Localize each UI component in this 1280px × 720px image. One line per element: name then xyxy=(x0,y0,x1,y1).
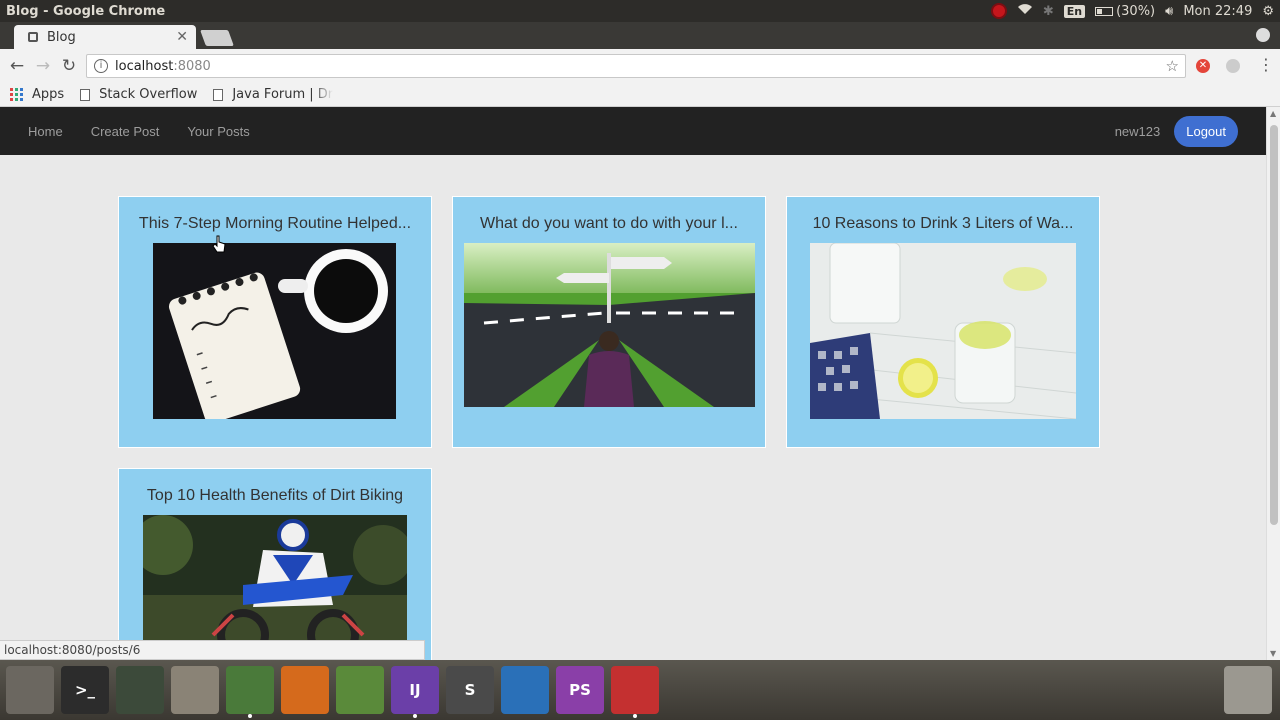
post-title[interactable]: This 7-Step Morning Routine Helped... xyxy=(119,215,431,233)
os-top-panel: Blog - Google Chrome ✱ En (30%) 🔊︎ Mon 2… xyxy=(0,0,1280,22)
nav-home[interactable]: Home xyxy=(28,124,63,139)
tab-blog[interactable]: Blog ✕ xyxy=(14,25,196,49)
extension-blocker-icon[interactable]: ✕ xyxy=(1196,59,1210,73)
bookmark-label: Stack Overflow xyxy=(99,87,198,102)
bookmark-label: Apps xyxy=(32,87,65,102)
browser-toolbar: ← → ↻ i localhost:8080 ☆ ✕ ⋮ xyxy=(0,49,1280,83)
nav-create-post[interactable]: Create Post xyxy=(91,124,160,139)
keyboard-layout-indicator[interactable]: En xyxy=(1063,4,1086,18)
mouse-cursor-icon xyxy=(212,235,226,253)
vscode-icon[interactable] xyxy=(501,666,549,714)
post-card[interactable]: 10 Reasons to Drink 3 Liters of Wa... xyxy=(786,196,1100,448)
running-indicator xyxy=(633,714,637,718)
tab-close-icon[interactable]: ✕ xyxy=(176,29,188,45)
post-title[interactable]: 10 Reasons to Drink 3 Liters of Wa... xyxy=(787,215,1099,233)
apps-grid-icon xyxy=(10,88,23,101)
clock[interactable]: Mon 22:49 xyxy=(1183,4,1252,19)
bluetooth-icon[interactable]: ✱ xyxy=(1043,4,1054,19)
chrome-icon[interactable] xyxy=(226,666,274,718)
page-icon xyxy=(80,88,91,101)
tab-title: Blog xyxy=(47,29,76,45)
browser-tab-strip: Blog ✕ xyxy=(0,22,1280,49)
system-monitor-icon[interactable] xyxy=(116,666,164,714)
chrome-menu-icon[interactable]: ⋮ xyxy=(1258,55,1274,74)
url-port: :8080 xyxy=(173,58,211,74)
scroll-up-icon[interactable]: ▲ xyxy=(1270,109,1276,118)
ubuntu-dash-icon[interactable] xyxy=(6,666,54,714)
web-page: Home Create Post Your Posts new123 Logou… xyxy=(0,107,1266,660)
bookmark-java-forum[interactable]: Java Forum | Dr xyxy=(213,87,333,102)
record-indicator-icon[interactable] xyxy=(990,3,1007,19)
page-favicon-icon xyxy=(28,32,38,42)
sublime-icon[interactable]: S xyxy=(446,666,494,714)
intellij-icon[interactable]: IJ xyxy=(391,666,439,718)
post-image[interactable] xyxy=(153,243,396,419)
system-tray: ✱ En (30%) 🔊︎ Mon 22:49 ⚙ xyxy=(990,3,1280,19)
ubuntu-launcher: >_ IJ S PS xyxy=(0,660,1280,720)
site-info-icon[interactable]: i xyxy=(94,59,108,73)
battery-level: (30%) xyxy=(1116,3,1156,19)
page-scrollbar[interactable]: ▲ ▼ xyxy=(1266,107,1280,660)
android-studio-icon[interactable] xyxy=(336,666,384,714)
window-title: Blog - Google Chrome xyxy=(6,3,166,19)
post-image[interactable] xyxy=(143,515,407,655)
post-card[interactable]: Top 10 Health Benefits of Dirt Biking xyxy=(118,468,432,660)
phpstorm-icon[interactable]: PS xyxy=(556,666,604,714)
bookmark-apps[interactable]: Apps xyxy=(10,87,64,102)
link-status-bubble: localhost:8080/posts/6 xyxy=(0,640,425,660)
scrollbar-thumb[interactable] xyxy=(1270,125,1278,525)
extension-icon[interactable] xyxy=(1226,59,1240,73)
battery-indicator[interactable]: (30%) xyxy=(1095,4,1155,19)
back-arrow-icon[interactable]: ← xyxy=(4,56,30,76)
reload-icon[interactable]: ↻ xyxy=(56,56,82,76)
url-host: localhost xyxy=(115,58,174,74)
post-card[interactable]: What do you want to do with your l... xyxy=(452,196,766,448)
new-tab-button[interactable] xyxy=(200,30,234,46)
trash-icon[interactable] xyxy=(1224,666,1272,714)
files-icon[interactable] xyxy=(171,666,219,714)
logout-button[interactable]: Logout xyxy=(1174,115,1238,147)
settings-gear-icon[interactable]: ⚙ xyxy=(1262,4,1274,19)
wifi-icon[interactable] xyxy=(1017,3,1033,19)
post-image[interactable] xyxy=(810,243,1076,419)
username: new123 xyxy=(1114,123,1161,139)
post-title[interactable]: Top 10 Health Benefits of Dirt Biking xyxy=(119,487,431,505)
nav-your-posts[interactable]: Your Posts xyxy=(187,124,249,139)
running-indicator xyxy=(413,714,417,718)
post-image[interactable] xyxy=(464,243,755,407)
volume-icon[interactable]: 🔊︎ xyxy=(1165,4,1173,19)
forward-arrow-icon[interactable]: → xyxy=(30,56,56,76)
address-bar[interactable]: i localhost:8080 ☆ xyxy=(86,54,1186,78)
scroll-down-icon[interactable]: ▼ xyxy=(1270,649,1276,658)
battery-icon xyxy=(1095,6,1114,16)
bookmark-stack-overflow[interactable]: Stack Overflow xyxy=(80,87,197,102)
post-title[interactable]: What do you want to do with your l... xyxy=(453,215,765,233)
terminal-icon[interactable]: >_ xyxy=(61,666,109,714)
post-card[interactable]: This 7-Step Morning Routine Helped... xyxy=(118,196,432,448)
recorder-icon[interactable] xyxy=(611,666,659,718)
site-navbar: Home Create Post Your Posts new123 Logou… xyxy=(0,107,1266,155)
bookmark-label: Java Forum | Dr xyxy=(232,87,334,102)
bookmark-star-icon[interactable]: ☆ xyxy=(1166,57,1179,75)
profile-avatar-icon[interactable] xyxy=(1256,28,1270,42)
page-icon xyxy=(213,88,224,101)
firefox-icon[interactable] xyxy=(281,666,329,714)
running-indicator xyxy=(248,714,252,718)
bookmarks-bar: Apps Stack Overflow Java Forum | Dr xyxy=(0,83,1280,107)
